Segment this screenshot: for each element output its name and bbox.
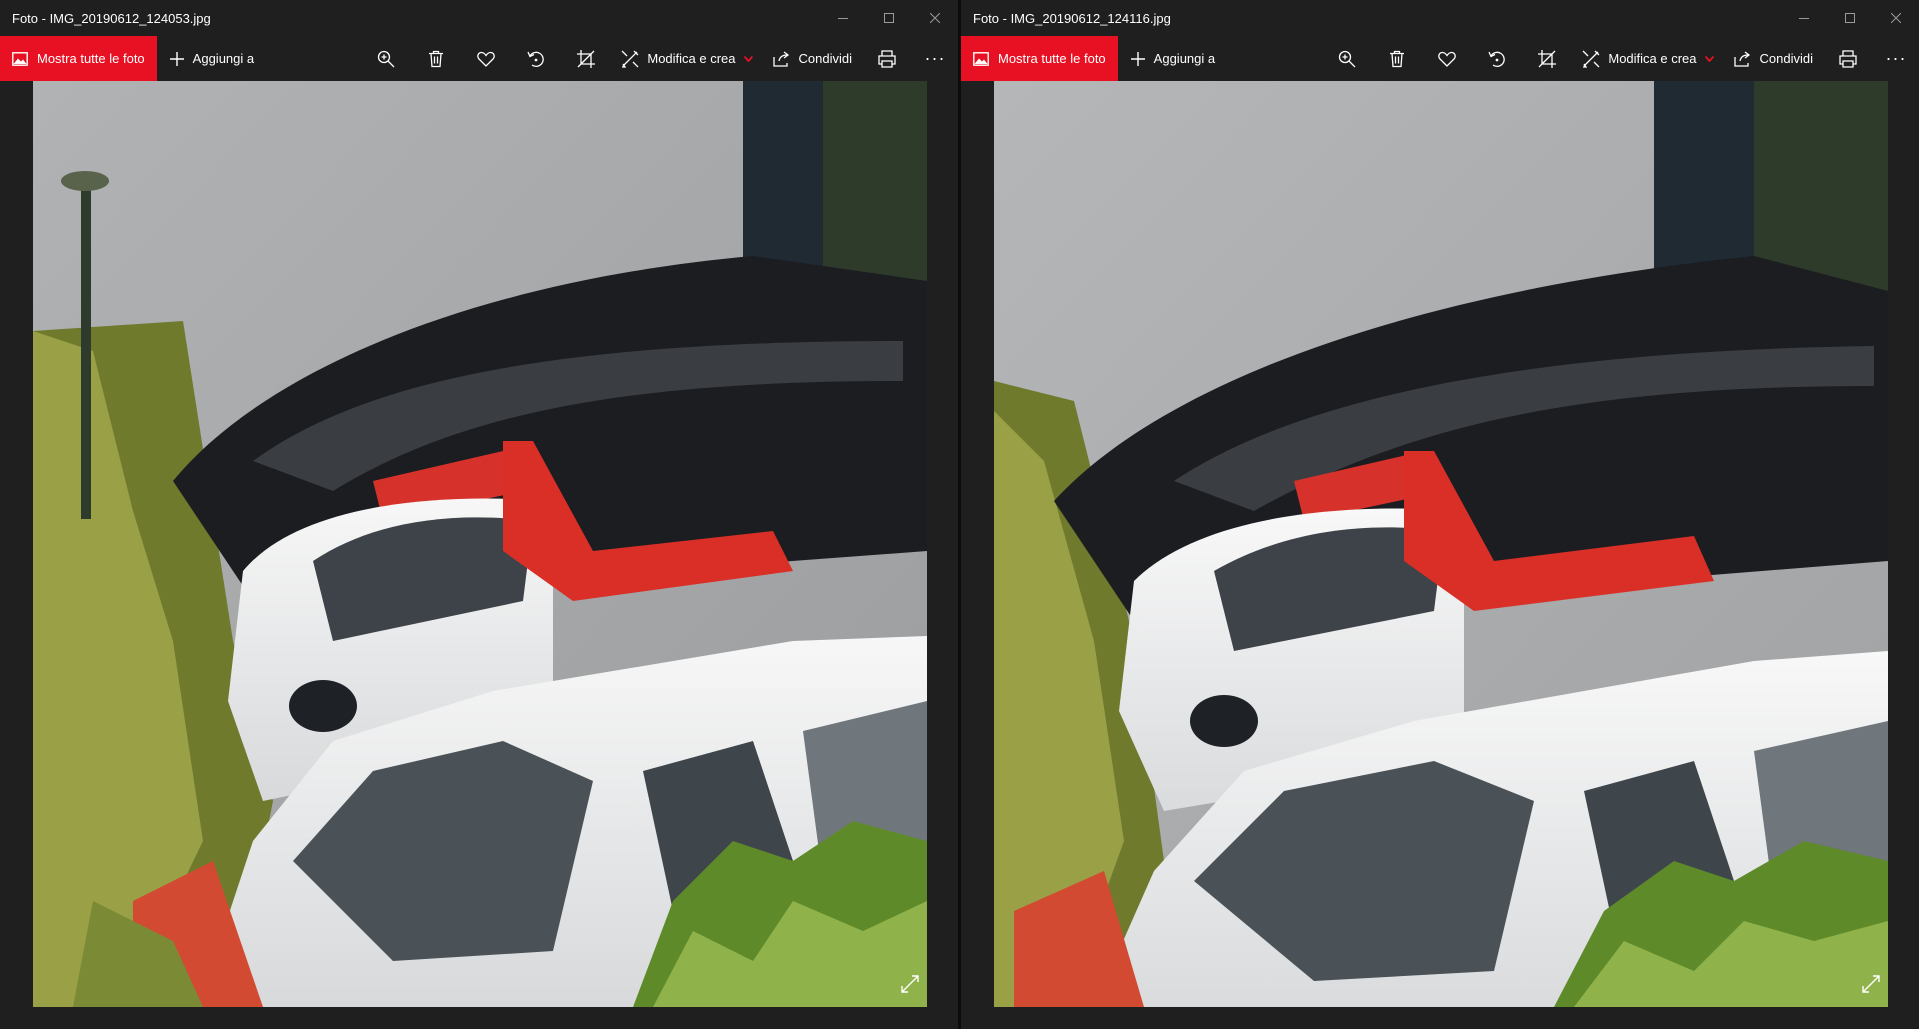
show-all-photos-button[interactable]: Mostra tutte le foto [961, 36, 1118, 81]
favorite-button[interactable] [461, 36, 511, 81]
minimize-button[interactable] [820, 0, 866, 36]
photos-icon [973, 51, 989, 66]
heart-icon [477, 51, 496, 67]
parking-photo [33, 81, 927, 1007]
expand-icon [901, 975, 919, 993]
minimize-button[interactable] [1781, 0, 1827, 36]
photo-viewer-image[interactable] [33, 81, 927, 1007]
print-icon [878, 49, 896, 68]
edit-create-label: Modifica e crea [1608, 51, 1697, 66]
plus-icon [1130, 51, 1146, 67]
favorite-button[interactable] [1422, 36, 1472, 81]
print-button[interactable] [1823, 36, 1873, 81]
minimize-icon [1799, 18, 1809, 19]
rotate-button[interactable] [1472, 36, 1522, 81]
close-button[interactable] [1873, 0, 1919, 36]
zoom-in-icon [378, 50, 395, 67]
minimize-icon [838, 18, 848, 19]
share-button[interactable]: Condividi [1724, 36, 1823, 81]
trash-icon [1390, 50, 1405, 67]
expand-button[interactable] [899, 973, 921, 995]
print-button[interactable] [862, 36, 912, 81]
print-icon [1839, 49, 1857, 68]
share-label: Condividi [798, 51, 852, 66]
close-icon [930, 13, 940, 23]
delete-button[interactable] [411, 36, 461, 81]
photo-viewer-image[interactable] [994, 81, 1888, 1007]
expand-button[interactable] [1860, 973, 1882, 995]
zoom-button[interactable] [1322, 36, 1372, 81]
chevron-down-icon [1704, 55, 1714, 62]
toolbar: Mostra tutte le foto Aggiungi a Modifica… [961, 36, 1919, 81]
crop-icon [1538, 49, 1557, 68]
share-label: Condividi [1759, 51, 1813, 66]
add-to-button[interactable]: Aggiungi a [1118, 51, 1229, 67]
crop-icon [577, 49, 596, 68]
photos-window-right: Foto - IMG_20190612_124116.jpg Mostra tu… [961, 0, 1919, 1029]
maximize-button[interactable] [866, 0, 912, 36]
crop-button[interactable] [1522, 36, 1572, 81]
add-to-button[interactable]: Aggiungi a [157, 51, 268, 67]
window-title: Foto - IMG_20190612_124053.jpg [12, 10, 211, 26]
edit-create-label: Modifica e crea [647, 51, 736, 66]
title-bar[interactable]: Foto - IMG_20190612_124053.jpg [0, 0, 958, 36]
share-button[interactable]: Condividi [763, 36, 862, 81]
edit-create-button[interactable]: Modifica e crea [611, 36, 762, 81]
show-all-photos-label: Mostra tutte le foto [998, 51, 1106, 66]
show-all-photos-button[interactable]: Mostra tutte le foto [0, 36, 157, 81]
plus-icon [169, 51, 185, 67]
share-icon [1733, 50, 1752, 67]
share-icon [772, 50, 791, 67]
edit-create-icon [1582, 50, 1600, 68]
more-options-button[interactable]: ··· [912, 36, 958, 81]
crop-button[interactable] [561, 36, 611, 81]
photos-icon [12, 51, 28, 66]
toolbar: Mostra tutte le foto Aggiungi a Modifica… [0, 36, 958, 81]
parking-photo [994, 81, 1888, 1007]
chevron-down-icon [743, 55, 753, 62]
zoom-button[interactable] [361, 36, 411, 81]
show-all-photos-label: Mostra tutte le foto [37, 51, 145, 66]
add-to-label: Aggiungi a [192, 51, 255, 66]
more-options-button[interactable]: ··· [1873, 36, 1919, 81]
close-icon [1891, 13, 1901, 23]
rotate-icon [1488, 51, 1506, 67]
maximize-icon [1845, 13, 1855, 23]
rotate-icon [527, 51, 545, 67]
trash-icon [429, 50, 444, 67]
delete-button[interactable] [1372, 36, 1422, 81]
title-bar[interactable]: Foto - IMG_20190612_124116.jpg [961, 0, 1919, 36]
rotate-button[interactable] [511, 36, 561, 81]
zoom-in-icon [1339, 50, 1356, 67]
maximize-icon [884, 13, 894, 23]
maximize-button[interactable] [1827, 0, 1873, 36]
heart-icon [1438, 51, 1457, 67]
photos-window-left: Foto - IMG_20190612_124053.jpg Mostra tu… [0, 0, 958, 1029]
window-title: Foto - IMG_20190612_124116.jpg [973, 10, 1171, 26]
edit-create-button[interactable]: Modifica e crea [1572, 36, 1723, 81]
expand-icon [1862, 975, 1880, 993]
edit-create-icon [621, 50, 639, 68]
close-button[interactable] [912, 0, 958, 36]
add-to-label: Aggiungi a [1153, 51, 1216, 66]
